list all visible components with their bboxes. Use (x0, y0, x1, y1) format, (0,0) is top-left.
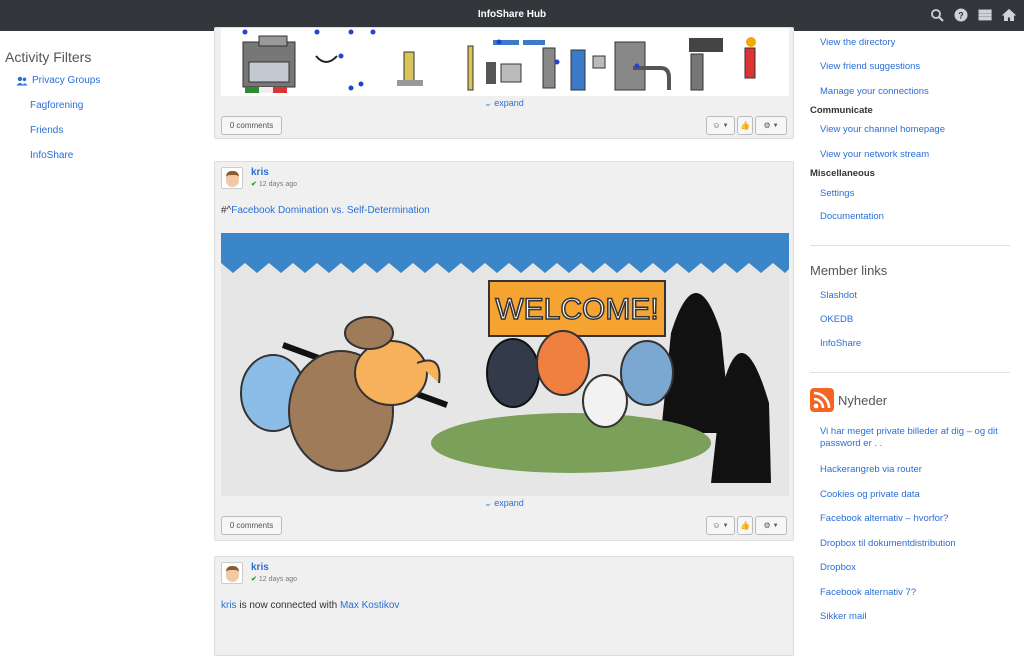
check-icon: ✔ (251, 576, 257, 583)
gear-icon: ⚙ (763, 121, 771, 130)
post-time-label: 12 days ago (258, 576, 298, 583)
avatar[interactable] (221, 167, 243, 189)
member-links-heading: Member links (810, 263, 888, 278)
filter-fagforening[interactable]: Fagforening (30, 100, 83, 111)
post-image[interactable] (221, 28, 789, 96)
news-item[interactable]: Sikker mail (820, 611, 866, 622)
channel-homepage-link[interactable]: View your channel homepage (820, 124, 945, 135)
post-card: kris ✔ 12 days ago kris is now connected … (214, 556, 794, 656)
member-link-slashdot[interactable]: Slashdot (820, 290, 857, 301)
network-stream-link[interactable]: View your network stream (820, 149, 929, 160)
post-author: kris ✔ 12 days ago (221, 562, 297, 584)
svg-text:?: ? (958, 11, 964, 21)
thumbs-up-icon: 👍 (740, 521, 750, 530)
chevron-down-icon: ⌄ (484, 98, 492, 108)
friend-suggestions-link[interactable]: View friend suggestions (820, 61, 920, 72)
check-icon: ✔ (251, 181, 257, 188)
post-options-button[interactable]: ⚙ ▼ (755, 116, 787, 135)
apps-grid-icon[interactable] (978, 8, 992, 22)
author-name[interactable]: kris (251, 562, 297, 573)
news-item[interactable]: Vi har meget private billeder af dig – o… (820, 426, 1000, 450)
post-verb: is now connected with (239, 600, 338, 611)
activity-filters-title: Activity Filters (5, 49, 92, 65)
avatar[interactable] (221, 562, 243, 584)
users-icon (16, 76, 28, 85)
like-button[interactable]: 👍 (737, 516, 753, 535)
filter-friends[interactable]: Friends (30, 125, 63, 136)
member-link-okedb[interactable]: OKEDB (820, 314, 853, 325)
actor-link[interactable]: kris (221, 600, 237, 611)
post-actions: 0 comments ☺ ▼ 👍 ⚙ ▼ (221, 516, 787, 536)
caret-down-icon: ▼ (722, 122, 729, 129)
privacy-groups-filter[interactable]: Privacy Groups (16, 75, 200, 86)
post-body: kris is now connected with Max Kostikov (221, 600, 399, 611)
post-actions: 0 comments ☺ ▼ 👍 ⚙ ▼ (221, 116, 787, 136)
manage-connections-link[interactable]: Manage your connections (820, 86, 929, 97)
welcome-sign-text: WELCOME! (495, 293, 658, 326)
post-card: kris ✔ 12 days ago #^Facebook Domination … (214, 161, 794, 541)
post-time: ✔ 12 days ago (251, 575, 297, 583)
smiley-icon: ☺ (712, 521, 721, 530)
news-item[interactable]: Facebook alternativ 7? (820, 587, 916, 598)
view-directory-link[interactable]: View the directory (820, 37, 895, 48)
thumbs-up-icon: 👍 (740, 121, 750, 130)
news-item[interactable]: Dropbox til dokumentdistribution (820, 538, 956, 549)
post-options-button[interactable]: ⚙ ▼ (755, 516, 787, 535)
caret-down-icon: ▼ (772, 122, 779, 129)
emoji-reaction-button[interactable]: ☺ ▼ (706, 516, 735, 535)
post-body: #^Facebook Domination vs. Self-Determina… (221, 205, 430, 216)
documentation-link[interactable]: Documentation (820, 211, 884, 222)
search-icon[interactable] (930, 8, 944, 22)
post-image[interactable]: WELCOME! (221, 233, 789, 496)
activity-filters-sidebar: Activity Filters Privacy Groups Fagforen… (0, 31, 200, 161)
comments-button[interactable]: 0 comments (221, 516, 282, 535)
home-icon[interactable] (1001, 8, 1017, 22)
divider (810, 372, 1010, 373)
post-link[interactable]: Facebook Domination vs. Self-Determinati… (231, 205, 429, 216)
smiley-icon: ☺ (712, 121, 721, 130)
target-link[interactable]: Max Kostikov (340, 600, 399, 611)
app-title: InfoShare Hub (477, 9, 547, 20)
post-prefix: #^ (221, 205, 232, 216)
divider (810, 245, 1010, 246)
settings-link[interactable]: Settings (820, 188, 854, 199)
news-item[interactable]: Dropbox (820, 562, 856, 573)
privacy-groups-label[interactable]: Privacy Groups (32, 75, 100, 86)
caret-down-icon: ▼ (722, 522, 729, 529)
emoji-reaction-button[interactable]: ☺ ▼ (706, 116, 735, 135)
caret-down-icon: ▼ (772, 522, 779, 529)
gear-icon: ⚙ (763, 521, 771, 530)
member-link-infoshare[interactable]: InfoShare (820, 338, 861, 349)
rss-icon (810, 388, 834, 412)
comments-button[interactable]: 0 comments (221, 116, 282, 135)
expand-label: expand (494, 498, 524, 508)
post-author: kris ✔ 12 days ago (221, 167, 297, 189)
news-item[interactable]: Cookies og private data (820, 489, 920, 500)
expand-label: expand (494, 98, 524, 108)
news-item[interactable]: Hackerangreb via router (820, 464, 922, 475)
author-name[interactable]: kris (251, 167, 297, 178)
post-card: ⌄ expand 0 comments ☺ ▼ 👍 ⚙ ▼ (214, 27, 794, 139)
news-heading: Nyheder (838, 393, 888, 408)
post-time: ✔ 12 days ago (251, 180, 297, 188)
chevron-down-icon: ⌄ (484, 498, 492, 508)
communicate-heading: Communicate (810, 105, 873, 116)
news-item[interactable]: Facebook alternativ – hvorfor? (820, 513, 948, 524)
post-time-label: 12 days ago (258, 181, 298, 188)
help-icon[interactable]: ? (954, 8, 968, 22)
filter-infoshare[interactable]: InfoShare (30, 150, 73, 161)
miscellaneous-heading: Miscellaneous (810, 168, 875, 179)
expand-link[interactable]: ⌄ expand (215, 498, 793, 509)
like-button[interactable]: 👍 (737, 116, 753, 135)
expand-link[interactable]: ⌄ expand (215, 98, 793, 109)
